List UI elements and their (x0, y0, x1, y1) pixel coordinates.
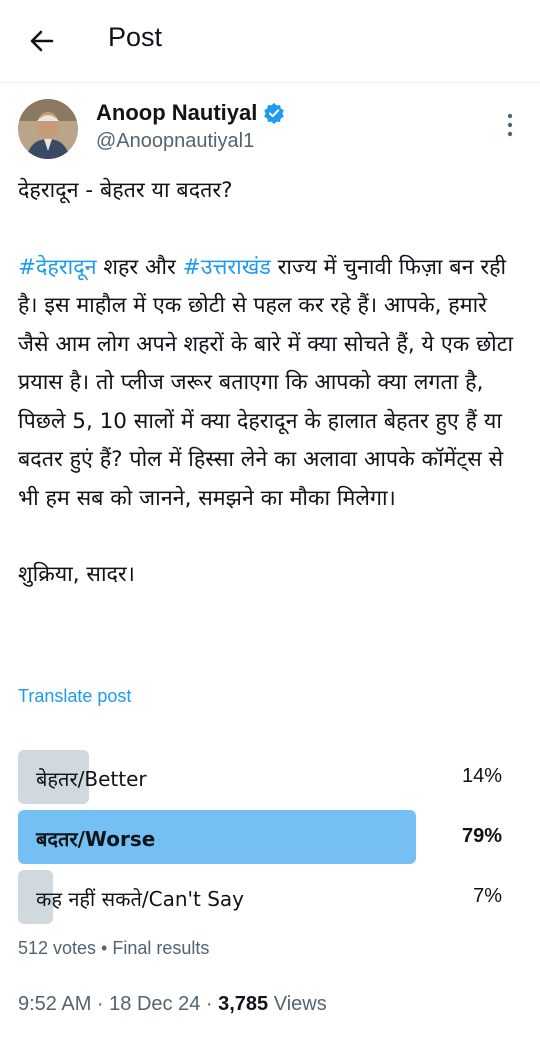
poll-results: 512 votes • Final results (18, 938, 210, 958)
post-text: देहरादून - बेहतर या बदतर? #देहरादून शहर … (18, 172, 518, 595)
views-count[interactable]: 3,785 (218, 993, 268, 1015)
page-title: Post (108, 22, 163, 52)
post-headline: देहरादून - बेहतर या बदतर? (18, 178, 233, 203)
views-label: Views (268, 993, 327, 1015)
poll-option-percent: 14% (461, 765, 502, 787)
poll-option-percent: 7% (473, 885, 502, 907)
poll-option-label: कह नहीं सकते/Can't Say (36, 887, 244, 911)
poll-option-worse[interactable]: बदतर/Worse 79% (18, 810, 502, 864)
post-text-segment: शहर और (96, 254, 183, 280)
post-meta: 9:52 AM · 18 Dec 24 · 3,785 Views (18, 993, 327, 1016)
author-name[interactable]: Anoop Nautiyal (96, 100, 257, 126)
post-closing: शुक्रिया, सादर। (18, 562, 135, 587)
top-bar: Post (0, 0, 540, 83)
avatar[interactable] (18, 99, 78, 159)
poll-option-label: बेहतर/Better (36, 767, 147, 791)
post-timestamp[interactable]: 9:52 AM · 18 Dec 24 · (18, 993, 218, 1015)
arrow-left-icon[interactable] (26, 25, 58, 57)
poll-option-better[interactable]: बेहतर/Better 14% (18, 750, 502, 804)
poll-option-percent: 79% (461, 825, 502, 847)
avatar-photo (18, 99, 78, 159)
verified-badge-icon (264, 103, 285, 124)
post-paragraph: #देहरादून शहर और #उत्तराखंड राज्य में चु… (18, 249, 518, 519)
more-vertical-icon[interactable] (500, 112, 520, 138)
poll-option-label: बदतर/Worse (36, 827, 156, 851)
hashtag-dehradun[interactable]: #देहरादून (18, 255, 97, 280)
hashtag-uttarakhand[interactable]: #उत्तराखंड (183, 255, 271, 280)
translate-post-link[interactable]: Translate post (18, 686, 131, 707)
post-text-segment: राज्य में चुनावी फिज़ा बन रही है। इस माह… (18, 254, 514, 511)
author-name-row[interactable]: Anoop Nautiyal (96, 100, 285, 126)
author-handle[interactable]: @Anoopnautiyal1 (96, 130, 254, 153)
poll-option-cant-say[interactable]: कह नहीं सकते/Can't Say 7% (18, 870, 502, 924)
